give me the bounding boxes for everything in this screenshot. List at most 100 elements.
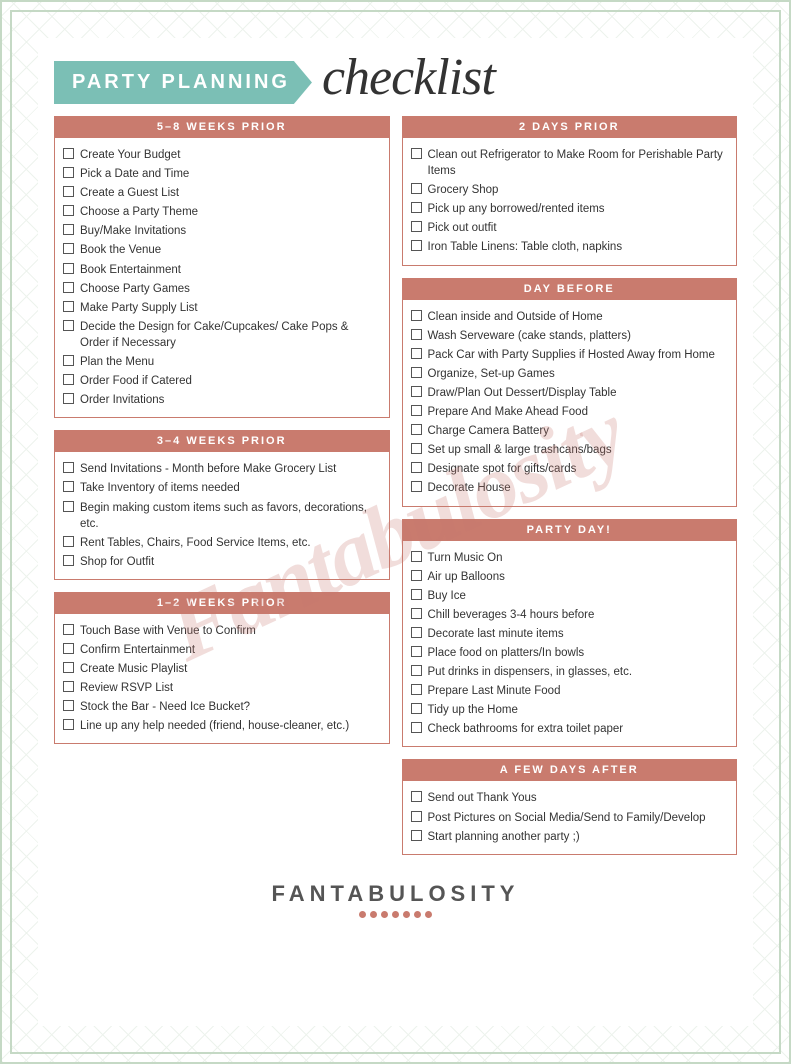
section-party-day: PARTY DAY! Turn Music On Air up Balloons… [402, 519, 738, 748]
section-days-after-body: Send out Thank Yous Post Pictures on Soc… [402, 781, 738, 854]
checkbox[interactable] [411, 405, 422, 416]
checkbox[interactable] [411, 367, 422, 378]
list-item: Choose Party Games [63, 281, 381, 297]
list-item: Check bathrooms for extra toilet paper [411, 721, 729, 737]
section-1-2-weeks-body: Touch Base with Venue to Confirm Confirm… [54, 614, 390, 745]
checkbox[interactable] [411, 148, 422, 159]
section-3-4-weeks-header: 3–4 WEEKS PRIOR [54, 430, 390, 452]
section-party-day-header: PARTY DAY! [402, 519, 738, 541]
list-item: Turn Music On [411, 550, 729, 566]
checkbox[interactable] [411, 703, 422, 714]
checkbox[interactable] [63, 320, 74, 331]
checkbox[interactable] [411, 386, 422, 397]
checkbox[interactable] [411, 684, 422, 695]
checkbox[interactable] [63, 263, 74, 274]
checkbox[interactable] [63, 501, 74, 512]
checkbox[interactable] [411, 722, 422, 733]
checkbox[interactable] [63, 700, 74, 711]
checkbox[interactable] [63, 243, 74, 254]
checkbox[interactable] [411, 646, 422, 657]
checkbox[interactable] [63, 624, 74, 635]
checkbox[interactable] [63, 555, 74, 566]
list-item: Prepare Last Minute Food [411, 683, 729, 699]
checkbox[interactable] [411, 424, 422, 435]
checkbox[interactable] [63, 186, 74, 197]
checkbox[interactable] [63, 355, 74, 366]
brand-name: FANTABULOSITY [54, 881, 737, 907]
checkbox[interactable] [63, 282, 74, 293]
checkbox[interactable] [411, 627, 422, 638]
banner-text: PARTY PLANNING [54, 61, 312, 104]
list-item: Begin making custom items such as favors… [63, 500, 381, 532]
list-item: Order Food if Catered [63, 373, 381, 389]
list-item: Decide the Design for Cake/Cupcakes/ Cak… [63, 319, 381, 351]
checkbox[interactable] [63, 719, 74, 730]
list-item: Organize, Set-up Games [411, 366, 729, 382]
section-days-after: A FEW DAYS AFTER Send out Thank Yous Pos… [402, 759, 738, 854]
checkbox[interactable] [63, 643, 74, 654]
checkbox[interactable] [63, 301, 74, 312]
list-item: Post Pictures on Social Media/Send to Fa… [411, 810, 729, 826]
checkbox[interactable] [411, 221, 422, 232]
checkbox[interactable] [63, 681, 74, 692]
checkbox[interactable] [411, 830, 422, 841]
list-item: Confirm Entertainment [63, 642, 381, 658]
checkbox[interactable] [63, 662, 74, 673]
checkbox[interactable] [411, 443, 422, 454]
section-day-before-body: Clean inside and Outside of Home Wash Se… [402, 300, 738, 507]
footer-dot [370, 911, 377, 918]
footer-dot [381, 911, 388, 918]
script-title: checklist [322, 52, 495, 104]
checkbox[interactable] [411, 329, 422, 340]
section-day-before-header: DAY BEFORE [402, 278, 738, 300]
checkbox[interactable] [411, 310, 422, 321]
list-item: Clean out Refrigerator to Make Room for … [411, 147, 729, 179]
footer-decoration [54, 911, 737, 918]
checkbox[interactable] [411, 665, 422, 676]
list-item: Make Party Supply List [63, 300, 381, 316]
list-item: Book Entertainment [63, 262, 381, 278]
checkbox[interactable] [411, 551, 422, 562]
list-item: Shop for Outfit [63, 554, 381, 570]
list-item: Charge Camera Battery [411, 423, 729, 439]
checkbox[interactable] [411, 811, 422, 822]
checkbox[interactable] [411, 240, 422, 251]
footer-dot [359, 911, 366, 918]
checkbox[interactable] [411, 462, 422, 473]
list-item: Decorate House [411, 480, 729, 496]
section-3-4-weeks: 3–4 WEEKS PRIOR Send Invitations - Month… [54, 430, 390, 580]
checkbox[interactable] [411, 202, 422, 213]
list-item: Clean inside and Outside of Home [411, 309, 729, 325]
section-2-days-header: 2 DAYS PRIOR [402, 116, 738, 138]
checkbox[interactable] [63, 462, 74, 473]
list-item: Wash Serveware (cake stands, platters) [411, 328, 729, 344]
checkbox[interactable] [63, 224, 74, 235]
checkbox[interactable] [63, 481, 74, 492]
section-2-days: 2 DAYS PRIOR Clean out Refrigerator to M… [402, 116, 738, 266]
list-item: Take Inventory of items needed [63, 480, 381, 496]
checkbox[interactable] [411, 589, 422, 600]
list-item: Order Invitations [63, 392, 381, 408]
checkbox[interactable] [411, 608, 422, 619]
list-item: Create Your Budget [63, 147, 381, 163]
list-item: Book the Venue [63, 242, 381, 258]
section-2-days-body: Clean out Refrigerator to Make Room for … [402, 138, 738, 266]
section-party-day-body: Turn Music On Air up Balloons Buy Ice Ch… [402, 541, 738, 748]
checkbox[interactable] [63, 374, 74, 385]
left-column: 5–8 WEEKS PRIOR Create Your Budget Pick … [54, 116, 390, 867]
checkbox[interactable] [411, 791, 422, 802]
list-item: Line up any help needed (friend, house-c… [63, 718, 381, 734]
checkbox[interactable] [63, 205, 74, 216]
checkbox[interactable] [63, 393, 74, 404]
checkbox[interactable] [411, 481, 422, 492]
checkbox[interactable] [63, 536, 74, 547]
list-item: Create Music Playlist [63, 661, 381, 677]
checkbox[interactable] [63, 148, 74, 159]
list-item: Put drinks in dispensers, in glasses, et… [411, 664, 729, 680]
checkbox[interactable] [411, 570, 422, 581]
list-item: Draw/Plan Out Dessert/Display Table [411, 385, 729, 401]
checkbox[interactable] [411, 348, 422, 359]
section-1-2-weeks-header: 1–2 WEEKS PRIOR [54, 592, 390, 614]
checkbox[interactable] [411, 183, 422, 194]
checkbox[interactable] [63, 167, 74, 178]
